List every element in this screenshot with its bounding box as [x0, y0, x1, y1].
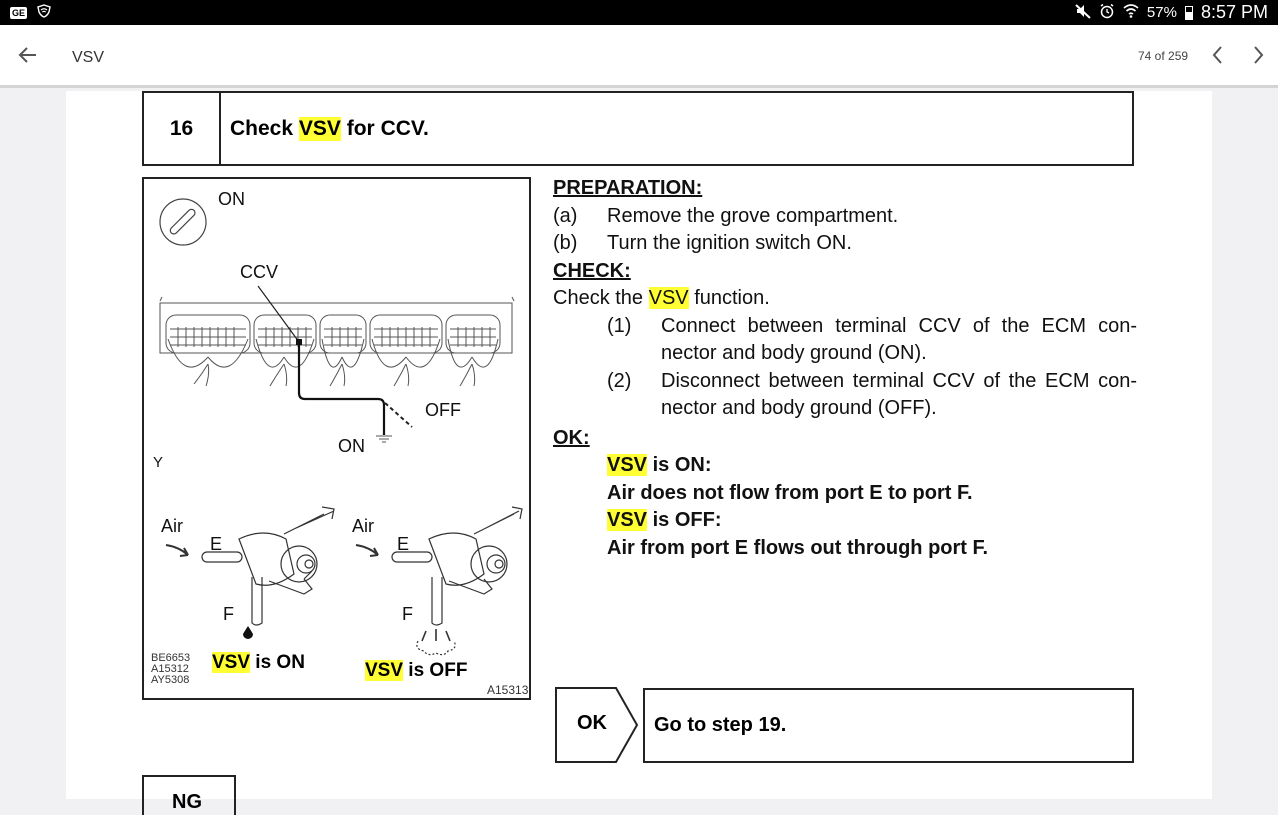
ignition-on-label: ON	[218, 189, 245, 209]
air-label-right: Air	[352, 516, 374, 536]
ignition-key-icon	[159, 198, 207, 246]
preparation-item: (a) Remove the grove compartment.	[553, 203, 1153, 231]
document-title: VSV	[72, 49, 105, 66]
back-button[interactable]	[14, 41, 42, 69]
step-title-prefix: Check	[230, 116, 299, 140]
chevron-left-icon	[1212, 46, 1222, 64]
highlighted-search-term: VSV	[212, 652, 251, 673]
caption-vsv-off: VSV is OFF	[365, 660, 467, 682]
check-intro-suffix: function.	[688, 287, 770, 309]
drop-icon	[243, 626, 253, 639]
instructions: PREPARATION: (a) Remove the grove compart…	[553, 175, 1153, 562]
ok-off-suffix: is OFF:	[647, 509, 722, 531]
port-e-label-right: E	[397, 534, 410, 554]
port-f-label-left: F	[223, 604, 234, 624]
ok-off-text: Air from port E flows out through port F…	[607, 536, 989, 559]
ok-on-suffix: is ON:	[647, 454, 712, 476]
highlighted-search-term: VSV	[648, 287, 689, 309]
item-label: (a)	[553, 204, 578, 227]
highlighted-search-term: VSV	[607, 509, 648, 531]
vsv-on-drawing	[165, 506, 335, 626]
air-label-left: Air	[161, 516, 183, 536]
on-label: ON	[338, 436, 365, 456]
ok-heading: OK:	[553, 426, 590, 449]
check-item: (1) Connect between terminal CCV of the E…	[553, 313, 1153, 368]
ok-off-heading: VSV is OFF:	[607, 507, 1153, 535]
step-title-suffix: for CCV.	[340, 116, 429, 140]
ok-result-box: Go to step 19.	[643, 688, 1134, 763]
chevron-right-icon	[1254, 46, 1264, 64]
preparation-item: (b) Turn the ignition switch ON.	[553, 230, 1153, 258]
item-text: Connect between terminal CCV of the ECM …	[661, 314, 1137, 365]
status-bar: GE 57% 8:57 PM	[0, 0, 1278, 25]
ge-notification-icon: GE	[10, 7, 28, 19]
preparation-heading: PREPARATION:	[553, 177, 703, 199]
highlighted-search-term: VSV	[298, 116, 341, 141]
check-heading: CHECK:	[553, 259, 631, 282]
mute-icon	[1075, 3, 1091, 23]
step-title: Check VSV for CCV.	[221, 93, 429, 164]
document-page: 16 Check VSV for CCV. ON CCV OFF ON Y Ai…	[66, 91, 1212, 815]
caption-vsv-on: VSV is ON	[212, 652, 305, 674]
battery-percent: 57%	[1146, 4, 1177, 21]
ok-on-text: Air does not flow from port E to port F.	[607, 481, 973, 504]
figure-code: A15313	[487, 683, 529, 697]
step-header: 16 Check VSV for CCV.	[142, 91, 1134, 166]
ecm-connector	[159, 296, 515, 387]
item-text: Remove the grove compartment.	[607, 204, 899, 227]
check-intro: Check the VSV function.	[553, 285, 1153, 313]
ng-tag-label: NG	[172, 791, 202, 813]
next-page-button[interactable]	[1246, 43, 1270, 67]
item-label: (2)	[607, 369, 632, 392]
vsv-off-drawing	[355, 506, 523, 656]
ng-tag-box: NG	[142, 775, 236, 815]
item-label: (b)	[553, 232, 578, 254]
diagram-figure: ON CCV OFF ON Y Air E F Air E F BE6653 A…	[142, 177, 531, 700]
ok-on-heading: VSV is ON:	[607, 452, 1153, 480]
ccv-label: CCV	[240, 262, 279, 282]
battery-icon	[1184, 5, 1193, 20]
alarm-icon	[1099, 3, 1115, 23]
wifi-icon	[1123, 3, 1139, 23]
ref-code: AY5308	[151, 674, 190, 686]
highlighted-search-term: VSV	[607, 454, 648, 476]
ok-tag-label: OK	[577, 712, 607, 734]
diagram-drawing	[159, 198, 523, 656]
reference-codes: BE6653 A15312 AY5308	[151, 653, 190, 686]
check-item: (2) Disconnect between terminal CCV of th…	[553, 368, 1153, 423]
check-intro-prefix: Check the	[553, 287, 649, 309]
item-text: Turn the ignition switch ON.	[607, 232, 852, 254]
ground-symbol	[376, 435, 392, 443]
arrow-left-icon	[18, 47, 36, 63]
port-e-label-left: E	[210, 534, 223, 554]
step-number: 16	[144, 93, 221, 164]
caption-text: is OFF	[403, 660, 468, 681]
ok-criteria: VSV is ON: Air does not flow from port E…	[553, 452, 1153, 562]
caption-text: is ON	[250, 652, 305, 673]
app-bar: VSV 74 of 259	[0, 25, 1278, 88]
clock: 8:57 PM	[1200, 2, 1268, 22]
previous-page-button[interactable]	[1206, 43, 1230, 67]
highlighted-search-term: VSV	[365, 660, 404, 681]
off-label: OFF	[425, 400, 461, 420]
item-text: Disconnect between terminal CCV of the E…	[661, 369, 1137, 420]
item-label: (1)	[607, 314, 632, 337]
y-label: Y	[153, 454, 164, 471]
page-count: 74 of 259	[1138, 49, 1189, 63]
shield-wifi-icon	[37, 4, 51, 22]
port-f-label-right: F	[402, 604, 413, 624]
